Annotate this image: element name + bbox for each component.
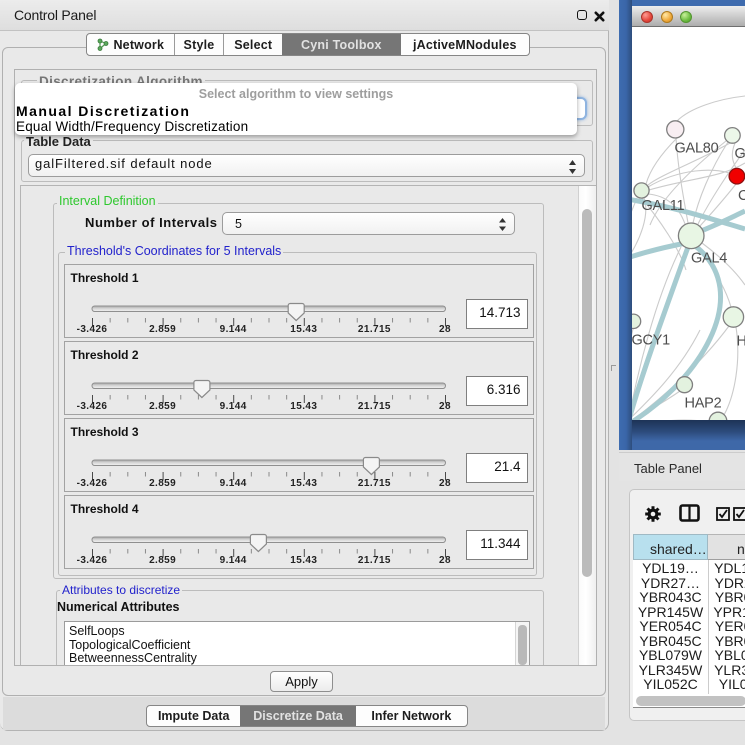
svg-text:GCY1: GCY1 <box>632 333 670 349</box>
svg-text:HIS4: HIS4 <box>737 334 745 350</box>
svg-text:CYC1: CYC1 <box>738 188 745 204</box>
svg-text:HAP2: HAP2 <box>685 396 722 412</box>
svg-text:GAL80: GAL80 <box>675 141 719 157</box>
svg-text:GAL11: GAL11 <box>642 198 685 214</box>
svg-text:GAL4: GAL4 <box>691 251 727 267</box>
svg-text:GAL7: GAL7 <box>735 146 745 162</box>
